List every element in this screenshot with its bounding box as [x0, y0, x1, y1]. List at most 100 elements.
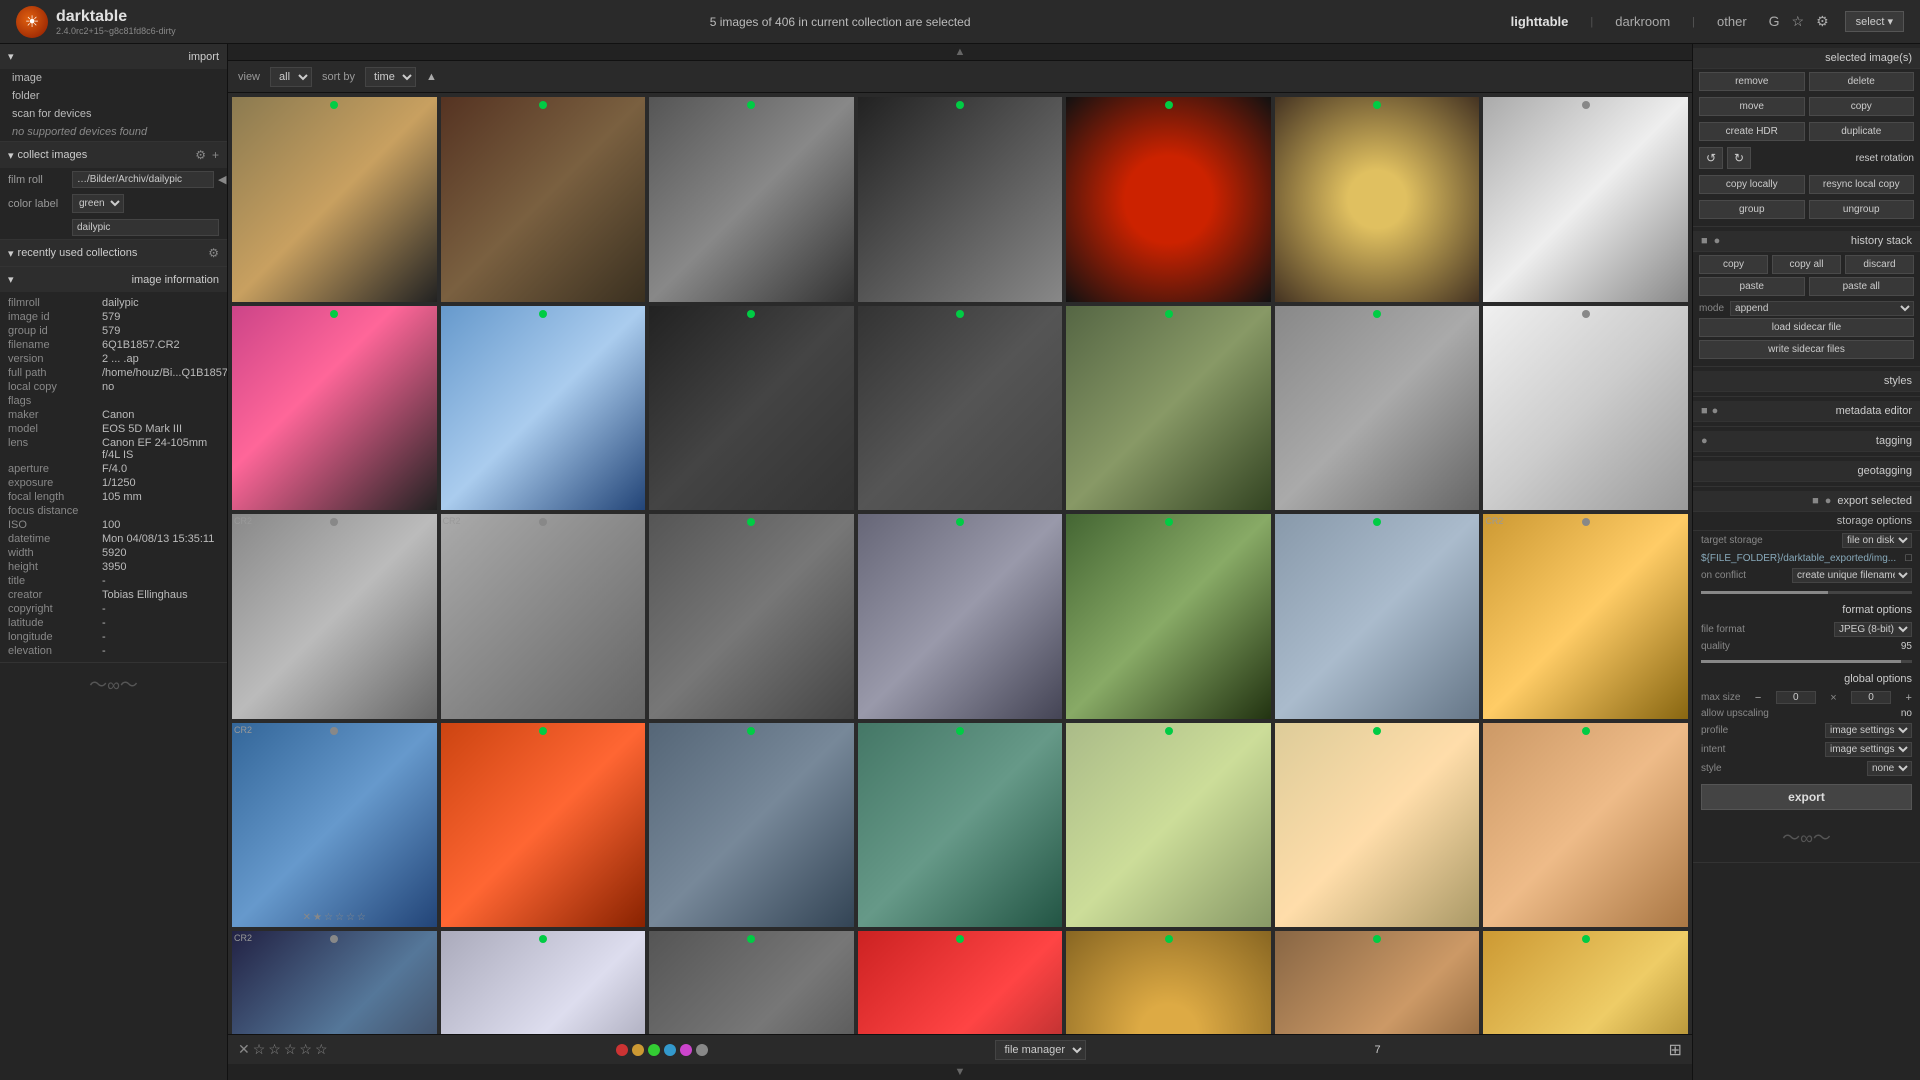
star-2[interactable]: ☆: [268, 1041, 281, 1058]
history-dot-icon[interactable]: ●: [1714, 235, 1721, 247]
star-5[interactable]: ☆: [315, 1041, 328, 1058]
duplicate-button[interactable]: duplicate: [1809, 122, 1915, 141]
thumb-10[interactable]: [649, 306, 854, 511]
bottom-fullscreen-icon[interactable]: ⊞: [1669, 1040, 1682, 1060]
thumb-35[interactable]: [1483, 931, 1688, 1034]
thumb-29[interactable]: CR2: [232, 931, 437, 1034]
style-select[interactable]: none: [1867, 761, 1912, 776]
load-sidecar-button[interactable]: load sidecar file: [1699, 318, 1914, 337]
import-scan-devices[interactable]: scan for devices: [0, 105, 227, 123]
thumb-1[interactable]: [232, 97, 437, 302]
color-dot-purple[interactable]: [680, 1044, 692, 1056]
mode-select[interactable]: append: [1730, 301, 1914, 316]
image-grid[interactable]: CR2 CR2: [228, 93, 1692, 1034]
resync-local-copy-button[interactable]: resync local copy: [1809, 175, 1915, 194]
history-copy-all-button[interactable]: copy all: [1772, 255, 1841, 274]
ungroup-button[interactable]: ungroup: [1809, 200, 1915, 219]
max-size-plus[interactable]: +: [1906, 692, 1912, 704]
recently-used-header[interactable]: ▾ recently used collections ⚙: [0, 240, 227, 266]
export-button[interactable]: export: [1701, 784, 1912, 810]
select-button[interactable]: select ▾: [1845, 11, 1904, 32]
rotate-cw-button[interactable]: ↻: [1727, 147, 1751, 169]
collect-filmroll-nav-prev[interactable]: ◀: [218, 173, 226, 186]
quality-slider-track[interactable]: [1701, 660, 1912, 663]
collect-config-icon[interactable]: ⚙: [195, 148, 206, 162]
metadata-editor-header[interactable]: ■ ● metadata editor: [1693, 401, 1920, 422]
thumb-7[interactable]: [1483, 97, 1688, 302]
thumb-3[interactable]: [649, 97, 854, 302]
thumb-5[interactable]: [1066, 97, 1271, 302]
thumb-18[interactable]: [858, 514, 1063, 719]
thumb-4[interactable]: [858, 97, 1063, 302]
thumb-30[interactable]: [441, 931, 646, 1034]
geolocation-icon[interactable]: G: [1769, 13, 1780, 30]
bottom-view-select[interactable]: file manager: [995, 1040, 1086, 1060]
bottom-color-dots[interactable]: [616, 1044, 708, 1056]
color-dot-red[interactable]: [616, 1044, 628, 1056]
max-size-w-input[interactable]: [1776, 691, 1816, 704]
star-3[interactable]: ☆: [284, 1041, 297, 1058]
remove-button[interactable]: remove: [1699, 72, 1805, 91]
mode-other[interactable]: other: [1711, 12, 1753, 31]
thumb-15[interactable]: CR2: [232, 514, 437, 719]
geotagging-header[interactable]: geotagging: [1693, 461, 1920, 482]
thumb-12[interactable]: [1066, 306, 1271, 511]
thumb-6[interactable]: [1275, 97, 1480, 302]
export-config-icon[interactable]: ■: [1812, 495, 1819, 507]
color-dot-blue[interactable]: [664, 1044, 676, 1056]
collect-images-header[interactable]: ▾ collect images ⚙ +: [0, 142, 227, 168]
bottom-stars[interactable]: ✕ ☆ ☆ ☆ ☆ ☆: [238, 1041, 328, 1058]
metadata-config-icon[interactable]: ■: [1701, 405, 1708, 417]
thumb-16[interactable]: CR2: [441, 514, 646, 719]
thumb-31[interactable]: [649, 931, 854, 1034]
copy-button[interactable]: copy: [1809, 97, 1915, 116]
target-storage-select[interactable]: file on disk: [1842, 533, 1912, 548]
thumb-20[interactable]: [1275, 514, 1480, 719]
path-edit-icon[interactable]: □: [1905, 552, 1912, 564]
color-dot-gray[interactable]: [696, 1044, 708, 1056]
star-4[interactable]: ☆: [299, 1041, 312, 1058]
history-config-icon[interactable]: ■: [1701, 235, 1708, 247]
thumb-14[interactable]: [1483, 306, 1688, 511]
collect-colorlabel-select[interactable]: green: [72, 194, 124, 213]
thumb-2[interactable]: [441, 97, 646, 302]
mode-darkroom[interactable]: darkroom: [1609, 12, 1676, 31]
thumb-8[interactable]: [232, 306, 437, 511]
thumb-32[interactable]: [858, 931, 1063, 1034]
thumb-21[interactable]: CR2: [1483, 514, 1688, 719]
thumb-24[interactable]: [649, 723, 854, 928]
collect-add-icon[interactable]: +: [212, 148, 219, 162]
image-info-header[interactable]: ▾ image information: [0, 267, 227, 292]
mode-lighttable[interactable]: lighttable: [1505, 12, 1575, 31]
on-conflict-select[interactable]: create unique filename: [1792, 568, 1912, 583]
star-1[interactable]: ☆: [253, 1041, 266, 1058]
styles-header[interactable]: styles: [1693, 371, 1920, 392]
settings-icon[interactable]: ⚙: [1816, 13, 1829, 30]
thumb-26[interactable]: [1066, 723, 1271, 928]
import-image[interactable]: image: [0, 69, 227, 87]
thumb-19[interactable]: [1066, 514, 1271, 719]
collect-dailypic-input[interactable]: [72, 219, 219, 236]
sort-direction-icon[interactable]: ▲: [426, 71, 437, 83]
thumb-17[interactable]: [649, 514, 854, 719]
delete-button[interactable]: delete: [1809, 72, 1915, 91]
history-paste-all-button[interactable]: paste all: [1809, 277, 1915, 296]
thumb-28[interactable]: [1483, 723, 1688, 928]
bottom-expand-arrow[interactable]: ▼: [228, 1064, 1692, 1080]
max-size-h-input[interactable]: [1851, 691, 1891, 704]
recently-gear-icon[interactable]: ⚙: [208, 246, 219, 260]
write-sidecar-button[interactable]: write sidecar files: [1699, 340, 1914, 359]
group-button[interactable]: group: [1699, 200, 1805, 219]
metadata-dot-icon[interactable]: ●: [1712, 405, 1719, 417]
thumb-27[interactable]: [1275, 723, 1480, 928]
color-dot-yellow[interactable]: [632, 1044, 644, 1056]
thumb-9[interactable]: [441, 306, 646, 511]
thumb-11[interactable]: [858, 306, 1063, 511]
view-select[interactable]: all: [270, 67, 312, 87]
history-discard-button[interactable]: discard: [1845, 255, 1914, 274]
star-icon[interactable]: ☆: [1792, 13, 1805, 30]
top-expand-arrow[interactable]: ▲: [228, 44, 1692, 61]
file-format-select[interactable]: JPEG (8-bit): [1834, 622, 1912, 637]
collect-filmroll-input[interactable]: [72, 171, 214, 188]
color-dot-green[interactable]: [648, 1044, 660, 1056]
